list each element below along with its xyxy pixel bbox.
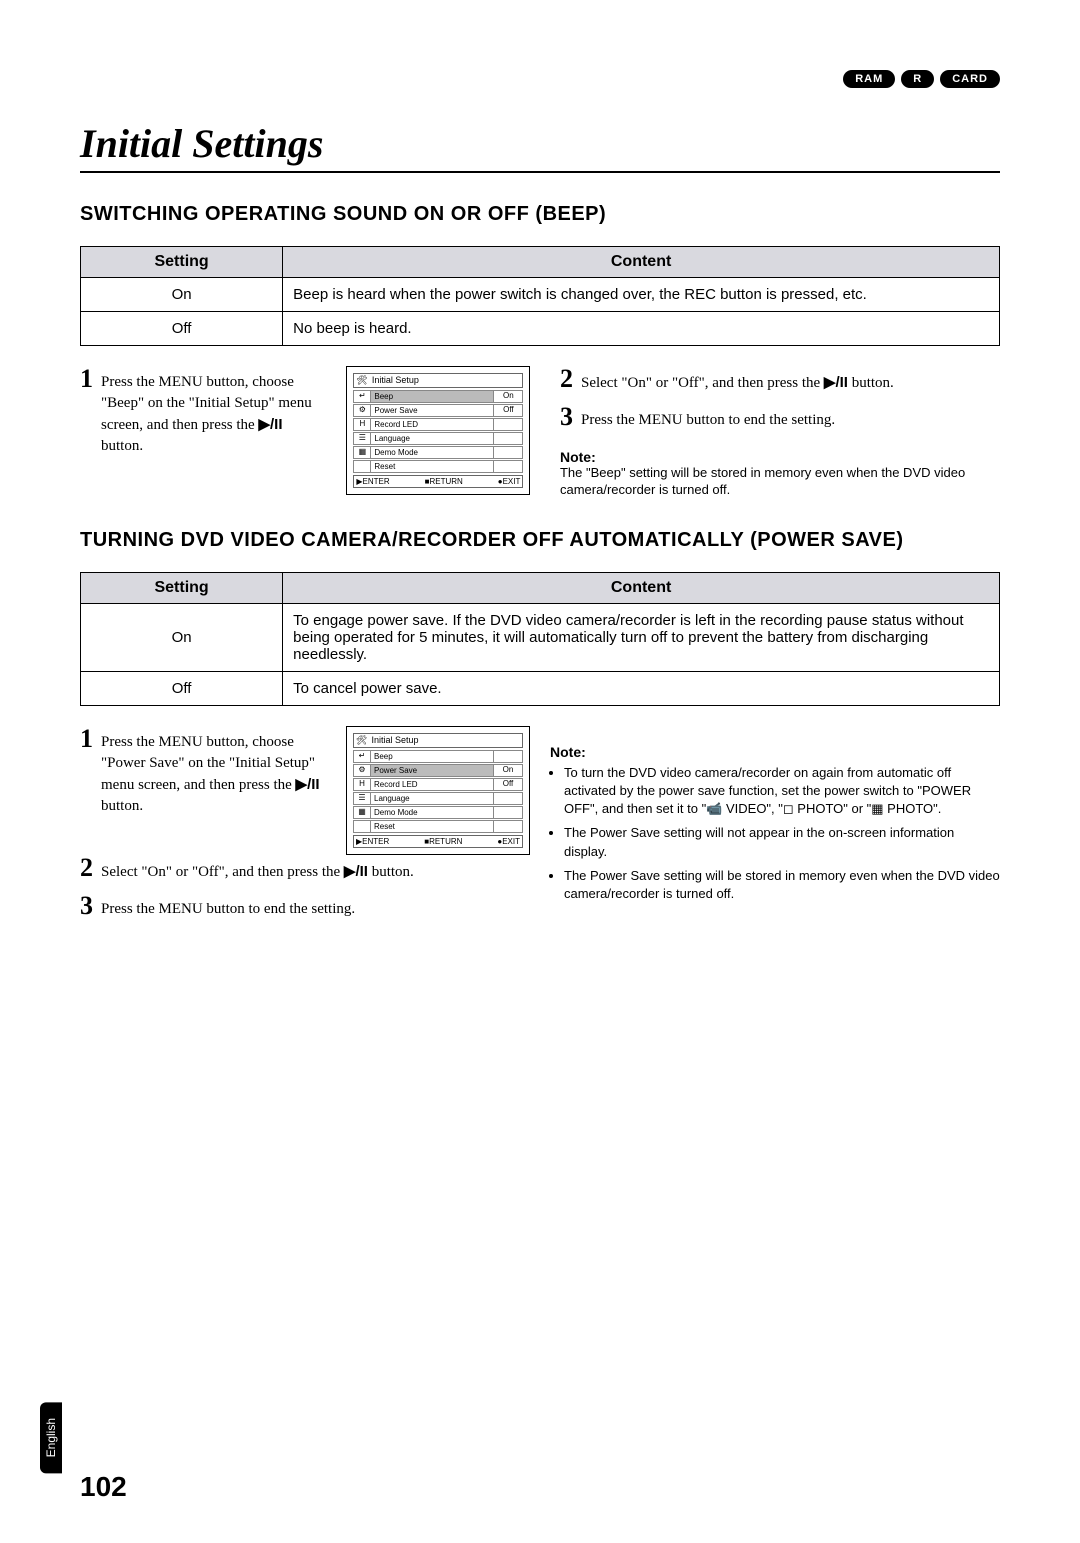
step-num: 2: [560, 366, 573, 392]
language-tab: English: [40, 1402, 62, 1473]
th-setting: Setting: [81, 247, 283, 278]
th-content: Content: [283, 247, 1000, 278]
badge-card: CARD: [940, 70, 1000, 88]
cell-off-content: To cancel power save.: [283, 671, 1000, 705]
badge-ram: RAM: [843, 70, 895, 88]
cell-off: Off: [81, 671, 283, 705]
note-item: The Power Save setting will be stored in…: [564, 867, 1000, 903]
powersave-settings-table: Setting Content On To engage power save.…: [80, 572, 1000, 706]
play-pause-icon: ▶/II: [296, 776, 320, 793]
th-setting: Setting: [81, 572, 283, 603]
step-num: 1: [80, 366, 93, 392]
beep-settings-table: Setting Content On Beep is heard when th…: [80, 246, 1000, 346]
play-pause-icon: ▶/II: [824, 374, 848, 391]
cell-on-content: To engage power save. If the DVD video c…: [283, 603, 1000, 671]
s2-step3: 3 Press the MENU button to end the setti…: [80, 893, 530, 920]
note-heading: Note:: [550, 744, 1000, 760]
s1-step1: 1 Press the MENU button, choose "Beep" o…: [80, 366, 326, 457]
th-content: Content: [283, 572, 1000, 603]
s1-step3: 3 Press the MENU button to end the setti…: [560, 404, 1000, 431]
s2-step2: 2 Select "On" or "Off", and then press t…: [80, 855, 530, 883]
cell-off-content: No beep is heard.: [283, 312, 1000, 346]
play-pause-icon: ▶/II: [258, 416, 282, 433]
play-pause-icon: ▶/II: [344, 863, 368, 880]
note-heading: Note:: [560, 449, 1000, 465]
osd-menu-powersave: 🛠Initial Setup ↵Beep ⚙Power SaveOn HReco…: [346, 726, 530, 855]
cell-on: On: [81, 603, 283, 671]
section2-heading: TURNING DVD VIDEO CAMERA/RECORDER OFF AU…: [80, 529, 1000, 552]
cell-off: Off: [81, 312, 283, 346]
page-number: 102: [80, 1471, 127, 1503]
section1-heading: SWITCHING OPERATING SOUND ON OR OFF (BEE…: [80, 203, 1000, 226]
note-item: To turn the DVD video camera/recorder on…: [564, 764, 1000, 819]
cell-on-content: Beep is heard when the power switch is c…: [283, 278, 1000, 312]
note-list: To turn the DVD video camera/recorder on…: [550, 764, 1000, 903]
s2-step1: 1 Press the MENU button, choose "Power S…: [80, 726, 328, 817]
cell-on: On: [81, 278, 283, 312]
step-text: Press the MENU button, choose "Beep" on …: [101, 372, 326, 457]
format-badges: RAM R CARD: [843, 70, 1000, 88]
s1-step2: 2 Select "On" or "Off", and then press t…: [560, 366, 1000, 394]
step-num: 3: [560, 404, 573, 430]
osd-menu-beep: 🛠Initial Setup ↵BeepOn ⚙Power SaveOff HR…: [346, 366, 530, 495]
note-item: The Power Save setting will not appear i…: [564, 824, 1000, 860]
badge-r: R: [901, 70, 934, 88]
page-title: Initial Settings: [80, 120, 1000, 173]
note-text: The "Beep" setting will be stored in mem…: [560, 465, 1000, 499]
